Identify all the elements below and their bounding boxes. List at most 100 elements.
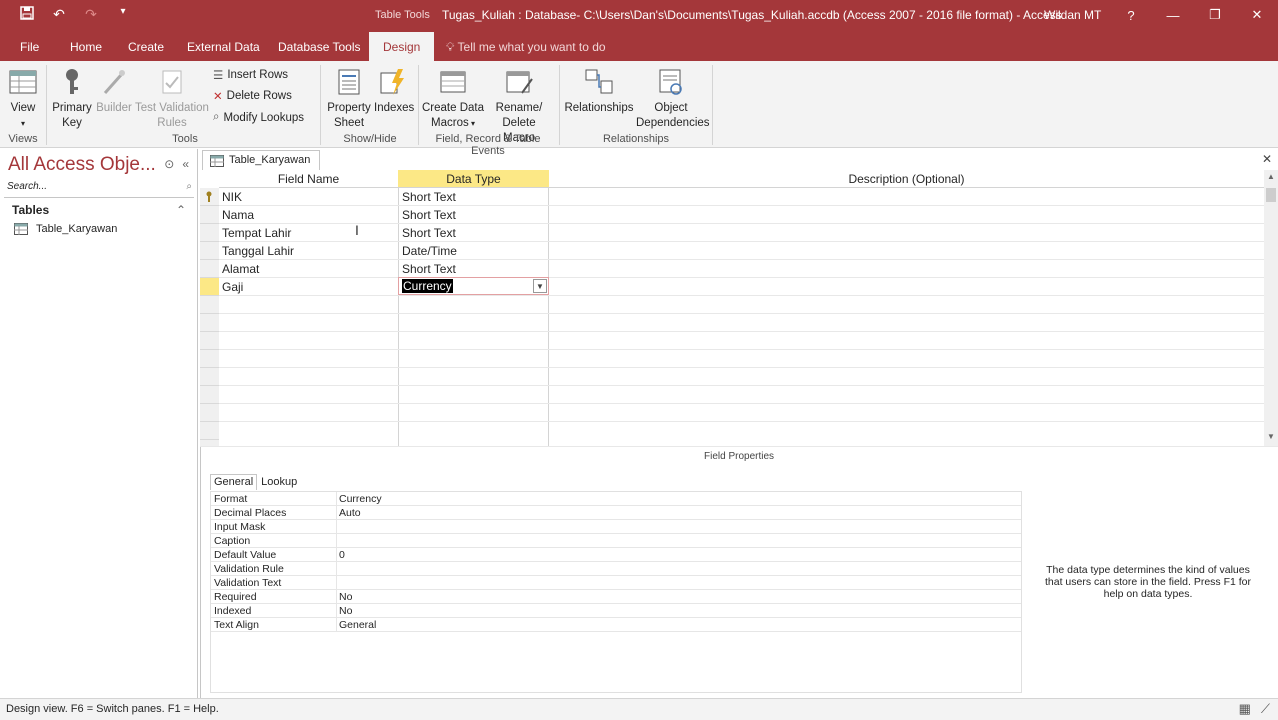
close-icon[interactable]: ✕ [1236,0,1278,30]
close-document-icon[interactable]: ✕ [1262,152,1272,166]
tab-design[interactable]: Design [369,32,435,61]
minimize-icon[interactable]: — [1152,0,1194,30]
data-type-cell[interactable]: Short Text [402,226,456,240]
collapse-section-icon[interactable]: ⌃ [176,203,186,217]
tab-file[interactable]: File [20,40,39,54]
field-name-cell[interactable]: Gaji [222,280,243,294]
row-selector[interactable] [200,296,219,314]
property-row[interactable]: Validation Text [211,576,1021,590]
tab-external-data[interactable]: External Data [187,40,260,54]
property-row[interactable]: Input Mask [211,520,1021,534]
restore-icon[interactable]: ❐ [1194,0,1236,30]
indexes-button[interactable]: Indexes [374,67,414,116]
vertical-scrollbar[interactable]: ▲ ▼ [1264,170,1278,446]
property-value[interactable]: General [339,619,376,631]
row-selector-current[interactable] [200,278,219,296]
property-row[interactable]: Default Value 0 [211,548,1021,562]
tab-home[interactable]: Home [70,40,102,54]
builder-button[interactable]: Builder [95,67,133,116]
table-row[interactable] [219,404,1264,422]
nav-menu-chevron-icon[interactable]: ⊙ [164,157,174,171]
nav-search-input[interactable]: Search... ⌕ [4,181,194,198]
property-row[interactable]: Required No [211,590,1021,604]
tab-database-tools[interactable]: Database Tools [278,40,361,54]
property-row[interactable]: Validation Rule [211,562,1021,576]
field-name-cell[interactable]: Tempat Lahir [222,226,291,240]
modify-lookups-button[interactable]: ⌕ Modify Lookups [213,111,304,124]
view-button[interactable]: View ▾ [6,67,40,131]
tab-create[interactable]: Create [128,40,164,54]
table-row[interactable] [219,368,1264,386]
data-type-select[interactable]: Currency ▼ [398,277,549,295]
table-row[interactable] [219,386,1264,404]
row-selector[interactable] [200,350,219,368]
row-selector[interactable] [200,242,219,260]
row-selector[interactable] [200,188,219,206]
field-name-cell[interactable]: NIK [222,190,242,204]
field-name-cell[interactable]: Nama [222,208,254,222]
nav-pane-title[interactable]: All Access Obje... [8,154,156,176]
table-row[interactable] [219,350,1264,368]
table-row[interactable]: Tempat Lahir Short Text [219,224,1264,242]
property-row[interactable]: Format Currency [211,492,1021,506]
document-tab[interactable]: Table_Karyawan [202,150,320,170]
relationships-button[interactable]: Relationships [564,67,634,116]
tell-me-search[interactable]: 💡︎ Tell me what you want to do [446,40,606,55]
data-type-cell[interactable]: Short Text [402,262,456,276]
property-value[interactable]: No [339,591,352,603]
table-row[interactable]: Tanggal Lahir Date/Time [219,242,1264,260]
object-dependencies-button[interactable]: Object Dependencies [636,67,710,131]
data-type-cell[interactable]: Short Text [402,190,456,204]
row-selector[interactable] [200,386,219,404]
insert-rows-button[interactable]: ☰ Insert Rows [213,68,288,82]
table-row[interactable]: Nama Short Text [219,206,1264,224]
save-icon[interactable] [18,6,36,23]
column-header-description[interactable]: Description (Optional) [549,170,1264,188]
table-row[interactable]: Alamat Short Text [219,260,1264,278]
table-row[interactable] [219,332,1264,350]
property-value[interactable]: 0 [339,549,345,561]
property-row[interactable]: Text Align General [211,618,1021,632]
field-name-cell[interactable]: Alamat [222,262,259,276]
data-type-cell[interactable]: Short Text [402,208,456,222]
data-type-cell[interactable]: Date/Time [402,244,457,258]
customize-qat-icon[interactable]: ▾ [114,6,132,23]
field-name-cell[interactable]: Tanggal Lahir [222,244,294,258]
design-view-icon[interactable]: ⟋ [1261,701,1270,717]
table-row-current[interactable]: Gaji [219,278,1264,296]
delete-rows-button[interactable]: ✕ Delete Rows [213,89,292,103]
table-row[interactable]: NIK Short Text [219,188,1264,206]
primary-key-button[interactable]: Primary Key [52,67,92,131]
create-data-macros-button[interactable]: Create Data Macros ▾ [422,67,484,131]
column-header-field-name[interactable]: Field Name [219,170,398,188]
user-name[interactable]: Wildan MT [1044,8,1101,22]
scrollbar-thumb[interactable] [1266,188,1276,202]
property-value[interactable]: No [339,605,352,617]
chevron-down-icon[interactable]: ▼ [533,279,547,293]
table-row[interactable] [219,296,1264,314]
property-row[interactable]: Indexed No [211,604,1021,618]
datasheet-view-icon[interactable]: ▦ [1239,701,1251,717]
property-value[interactable]: Auto [339,507,361,519]
row-selector[interactable] [200,422,219,440]
property-row[interactable]: Decimal Places Auto [211,506,1021,520]
property-value[interactable]: Currency [339,493,382,505]
property-row[interactable]: Caption [211,534,1021,548]
undo-icon[interactable]: ↶ [50,6,68,23]
scroll-up-icon[interactable]: ▲ [1267,172,1275,181]
row-selector[interactable] [200,332,219,350]
nav-item-table[interactable]: Table_Karyawan [14,223,117,235]
row-selector[interactable] [200,260,219,278]
row-selector[interactable] [200,224,219,242]
row-selector[interactable] [200,206,219,224]
test-validation-rules-button[interactable]: Test Validation Rules [135,67,209,131]
search-icon[interactable]: ⌕ [186,181,192,192]
scroll-down-icon[interactable]: ▼ [1267,432,1275,441]
table-row[interactable] [219,314,1264,332]
tab-lookup[interactable]: Lookup [257,474,301,490]
row-selector[interactable] [200,314,219,332]
help-button[interactable]: ? [1110,0,1152,30]
row-selector[interactable] [200,404,219,422]
collapse-pane-icon[interactable]: « [182,157,189,171]
property-sheet-button[interactable]: Property Sheet [326,67,372,131]
